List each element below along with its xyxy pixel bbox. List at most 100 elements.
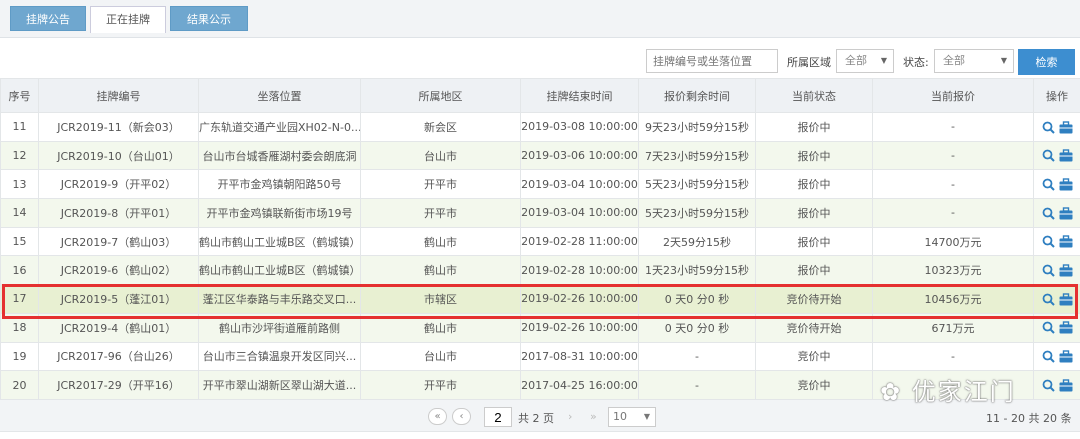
status: 竞价待开始: [755, 312, 873, 343]
table-row[interactable]: 18 JCR2019-4（鹤山01） 鹤山市沙坪街道雁前路侧 鹤山市 2019-02-2…: [0, 312, 1080, 343]
status: 报价中: [755, 198, 873, 228]
end-time: 2019-02-28 11:00:00: [520, 226, 639, 257]
prev-page-button[interactable]: ‹: [452, 408, 471, 425]
column-header: 序号: [0, 78, 39, 113]
region: 台山市: [360, 341, 521, 372]
briefcase-icon[interactable]: [1059, 379, 1073, 392]
table-row[interactable]: 11 JCR2019-11（新会03） 广东轨道交通产业园XH02-N-0... 新会…: [0, 112, 1080, 142]
table-row[interactable]: 19 JCR2017-96（台山26） 台山市三合镇温泉开发区同兴... 台山市 201…: [0, 341, 1080, 372]
column-header: 当前状态: [755, 78, 873, 113]
search-icon[interactable]: [1042, 264, 1055, 277]
briefcase-icon[interactable]: [1059, 235, 1073, 248]
briefcase-icon[interactable]: [1059, 264, 1073, 277]
remaining-time: 9天23小时59分15秒: [638, 112, 756, 142]
search-icon[interactable]: [1042, 121, 1055, 134]
briefcase-icon[interactable]: [1059, 149, 1073, 162]
status: 竞价中: [755, 341, 873, 372]
watermark-logo: ✿ 优家江门: [880, 378, 1016, 406]
search-icon[interactable]: [1042, 321, 1055, 335]
row-actions: [1033, 312, 1080, 343]
table-row[interactable]: 14 JCR2019-8（开平01） 开平市金鸡镇联新街市场19号 开平市 2019-0…: [0, 198, 1080, 228]
filter-toolbar: 所属区域 全部 ▼ 状态: 全部 ▼ 检索: [0, 48, 1080, 76]
page-input[interactable]: [484, 407, 512, 427]
row-actions: [1033, 112, 1080, 142]
table-row[interactable]: 17 JCR2019-5（蓬江01） 蓬江区华泰路与丰乐路交叉口... 市辖区 2019…: [0, 284, 1080, 314]
search-icon[interactable]: [1042, 293, 1055, 306]
status-select[interactable]: 全部 ▼: [934, 49, 1014, 73]
chevron-down-icon: ▼: [643, 412, 650, 421]
page-size-select[interactable]: 10 ▼: [608, 407, 656, 427]
briefcase-icon[interactable]: [1059, 321, 1073, 334]
location: 开平市金鸡镇朝阳路50号: [198, 169, 361, 200]
remaining-time: 0 天0 分0 秒: [638, 284, 756, 314]
location: 开平市翠山湖新区翠山湖大道...: [198, 370, 361, 400]
column-header: 操作: [1033, 78, 1080, 113]
listing-code: JCR2017-96（台山26）: [38, 341, 199, 372]
table-row[interactable]: 12 JCR2019-10（台山01） 台山市台城香雁湖村委会朗底洞 台山市 2019-…: [0, 140, 1080, 171]
current-price: -: [872, 198, 1034, 228]
status: 报价中: [755, 255, 873, 286]
end-time: 2017-08-31 10:00:00: [520, 341, 639, 372]
briefcase-icon[interactable]: [1059, 120, 1073, 134]
remaining-time: -: [638, 370, 756, 400]
table-row[interactable]: 15 JCR2019-7（鹤山03） 鹤山市鹤山工业城B区（鹤城镇） 鹤山市 2019-…: [0, 226, 1080, 257]
region: 开平市: [360, 370, 521, 400]
search-button[interactable]: 检索: [1018, 49, 1075, 75]
row-actions: [1033, 284, 1080, 314]
next-page-button[interactable]: ›: [568, 410, 572, 423]
row-index: 15: [0, 226, 39, 257]
last-page-button[interactable]: »: [590, 410, 597, 423]
region: 台山市: [360, 140, 521, 171]
end-time: 2017-04-25 16:00:00: [520, 370, 639, 400]
table-row[interactable]: 13 JCR2019-9（开平02） 开平市金鸡镇朝阳路50号 开平市 2019-03-…: [0, 169, 1080, 200]
location: 鹤山市鹤山工业城B区（鹤城镇）: [198, 226, 361, 257]
status: 报价中: [755, 140, 873, 171]
search-input[interactable]: [646, 49, 778, 73]
briefcase-icon[interactable]: [1059, 350, 1073, 363]
listing-code: JCR2019-7（鹤山03）: [38, 226, 199, 257]
end-time: 2019-03-04 10:00:00: [520, 198, 639, 228]
search-icon[interactable]: [1042, 178, 1055, 191]
row-index: 13: [0, 169, 39, 200]
region: 鹤山市: [360, 312, 521, 343]
search-icon[interactable]: [1042, 235, 1055, 249]
row-actions: [1033, 169, 1080, 200]
status-value: 全部: [943, 54, 965, 67]
region: 鹤山市: [360, 226, 521, 257]
search-icon[interactable]: [1042, 379, 1055, 392]
status: 报价中: [755, 226, 873, 257]
chevron-down-icon: ▼: [1000, 56, 1007, 65]
table-row[interactable]: 16 JCR2019-6（鹤山02） 鹤山市鹤山工业城B区（鹤城镇） 鹤山市 2019-…: [0, 255, 1080, 286]
search-icon[interactable]: [1042, 207, 1055, 220]
search-icon[interactable]: [1042, 350, 1055, 363]
row-index: 17: [0, 284, 39, 314]
current-price: 671万元: [872, 312, 1034, 343]
status-label: 状态:: [903, 56, 929, 69]
tab-listing-now[interactable]: 正在挂牌: [90, 6, 166, 33]
end-time: 2019-03-04 10:00:00: [520, 169, 639, 200]
listing-code: JCR2019-8（开平01）: [38, 198, 199, 228]
remaining-time: 5天23小时59分15秒: [638, 169, 756, 200]
briefcase-icon[interactable]: [1059, 178, 1073, 191]
region: 开平市: [360, 169, 521, 200]
status: 报价中: [755, 169, 873, 200]
remaining-time: 2天59分15秒: [638, 226, 756, 257]
row-actions: [1033, 370, 1080, 400]
status: 竞价待开始: [755, 284, 873, 314]
first-page-button[interactable]: «: [428, 408, 447, 425]
tab-results[interactable]: 结果公示: [170, 6, 248, 31]
search-icon[interactable]: [1042, 149, 1055, 162]
location: 台山市台城香雁湖村委会朗底洞: [198, 140, 361, 171]
page-size-value: 10: [613, 410, 627, 423]
row-index: 12: [0, 140, 39, 171]
row-index: 14: [0, 198, 39, 228]
briefcase-icon[interactable]: [1059, 206, 1073, 220]
region-select[interactable]: 全部 ▼: [836, 49, 894, 73]
remaining-time: -: [638, 341, 756, 372]
remaining-time: 1天23小时59分15秒: [638, 255, 756, 286]
location: 蓬江区华泰路与丰乐路交叉口...: [198, 284, 361, 314]
region: 鹤山市: [360, 255, 521, 286]
tab-listing-notice[interactable]: 挂牌公告: [10, 6, 86, 31]
row-index: 16: [0, 255, 39, 286]
briefcase-icon[interactable]: [1059, 293, 1073, 306]
